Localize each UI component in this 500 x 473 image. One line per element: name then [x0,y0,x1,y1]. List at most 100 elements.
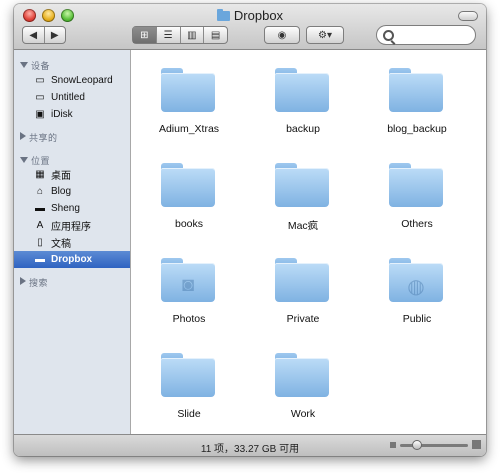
back-forward-control: ◀ ▶ [22,26,66,44]
applications-icon: A [36,220,44,231]
folder-icon [161,353,215,397]
column-view-button[interactable]: ▥ [181,27,205,43]
view-mode-control: ⊞ ☰ ▥ ▤ [132,26,228,44]
icon-size-slider[interactable] [390,440,481,450]
folder-item-others[interactable]: Others [362,155,472,241]
hard-drive-icon: ▭ [35,92,45,103]
folder-item-public[interactable]: ◍ Public [362,250,472,336]
item-label: Others [401,218,433,230]
sidebar-item-label: iDisk [51,109,73,120]
globe-icon: ◍ [407,276,425,298]
public-folder-icon: ◍ [389,258,443,302]
slider-knob[interactable] [412,440,422,450]
folder-icon [389,163,443,207]
item-label: Adium_Xtras [158,123,220,135]
coverflow-view-button[interactable]: ▤ [204,27,227,43]
folder-icon: ▬ [35,203,45,214]
sidebar-item-blog[interactable]: ⌂ Blog [14,183,130,200]
folder-item-adium-xtras[interactable]: Adium_Xtras [134,60,244,146]
sidebar-item-untitled[interactable]: ▭ Untitled [14,89,130,106]
sidebar-group-label: 共享的 [29,133,58,143]
window-title-text: Dropbox [233,8,284,23]
title-toolbar-bar: Dropbox ◀ ▶ ⊞ ☰ ▥ ▤ ◉ ⚙▾ [14,4,486,50]
sidebar-group-label: 设备 [31,61,51,71]
disclosure-triangle-icon [20,132,26,140]
hard-drive-icon: ▭ [35,75,45,86]
sidebar-item-snowleopard[interactable]: ▭ SnowLeopard [14,72,130,89]
folder-item-mac[interactable]: Mac疯 [248,155,358,241]
sidebar-item-label: 桌面 [51,171,71,182]
folder-item-books[interactable]: books [134,155,244,241]
large-icon-size-icon [472,440,481,449]
gear-icon: ⚙▾ [318,29,332,41]
folder-item-backup[interactable]: backup [248,60,358,146]
item-label: Public [402,313,432,325]
folder-icon [389,68,443,112]
sidebar-item-dropbox[interactable]: ▬ Dropbox [14,251,130,268]
action-seg: ⚙▾ [307,27,343,43]
sidebar-item-label: SnowLeopard [51,75,113,86]
quick-look-seg: ◉ [265,27,299,43]
back-button[interactable]: ◀ [23,27,45,43]
sidebar-item-label: Dropbox [51,254,93,265]
search-icon [383,30,394,41]
item-label: Private [286,313,320,325]
item-label: backup [286,123,320,135]
sidebar-item-idisk[interactable]: ▣ iDisk [14,106,130,123]
action-menu-button[interactable]: ⚙▾ [306,26,344,44]
folder-item-slide[interactable]: Slide [134,345,244,431]
sidebar: 设备 ▭ SnowLeopard ▭ Untitled ▣ iDisk 共享的 位置 … [14,50,131,434]
sidebar-group-search[interactable]: 搜索 [20,276,48,289]
icon-view-icon: ⊞ [140,29,149,41]
coverflow-view-icon: ▤ [210,29,221,41]
sidebar-group-label: 位置 [31,156,51,166]
item-label: books [174,218,204,230]
folder-item-blog-backup[interactable]: blog_backup [362,60,472,146]
item-label: blog_backup [387,123,447,135]
status-bar: 11 项，33.27 GB 可用 [14,434,486,456]
sidebar-item-label: Untitled [51,92,85,103]
icon-view-content: Adium_Xtras backup blog_backup books Mac… [131,50,486,434]
folder-icon [161,68,215,112]
column-view-icon: ▥ [187,29,197,41]
sidebar-item-label: 文稿 [51,239,71,250]
sidebar-item-label: Sheng [51,203,80,214]
folder-item-work[interactable]: Work [248,345,358,431]
forward-arrow-icon: ▶ [50,29,59,41]
sidebar-item-documents[interactable]: ▯ 文稿 [14,234,130,251]
item-label: Slide [177,408,201,420]
item-label: Work [290,408,316,420]
sidebar-item-applications[interactable]: A 应用程序 [14,217,130,234]
list-view-icon: ☰ [163,29,173,41]
search-field[interactable] [376,25,476,45]
window-title: Dropbox [14,8,486,23]
toolbar-toggle-button[interactable] [458,11,478,21]
item-label: Photos [172,313,206,325]
folder-icon [275,68,329,112]
list-view-button[interactable]: ☰ [157,27,181,43]
sidebar-group-shared[interactable]: 共享的 [20,131,58,144]
disclosure-triangle-icon [20,277,26,285]
disclosure-triangle-icon [20,157,28,163]
idisk-icon: ▣ [35,109,45,120]
sidebar-item-sheng[interactable]: ▬ Sheng [14,200,130,217]
camera-icon: ◙ [181,274,195,296]
folder-item-photos[interactable]: ◙ Photos [134,250,244,336]
sidebar-group-devices[interactable]: 设备 [20,59,50,72]
item-label: Mac疯 [287,220,319,232]
folder-icon [275,258,329,302]
folder-icon [161,163,215,207]
forward-button[interactable]: ▶ [45,27,66,43]
home-icon: ⌂ [36,186,44,197]
sidebar-item-label: 应用程序 [51,222,91,233]
small-icon-size-icon [390,442,396,448]
disclosure-triangle-icon [20,62,28,68]
dropbox-folder-icon: ▬ [35,254,45,265]
finder-window: Dropbox ◀ ▶ ⊞ ☰ ▥ ▤ ◉ ⚙▾ 设备 ▭ SnowLeopard… [14,4,486,456]
quick-look-button[interactable]: ◉ [264,26,300,44]
icon-view-button[interactable]: ⊞ [133,27,157,43]
folder-item-private[interactable]: Private [248,250,358,336]
eye-icon: ◉ [277,29,287,41]
sidebar-group-label: 搜索 [29,278,49,288]
sidebar-item-desktop[interactable]: ▦ 桌面 [14,166,130,183]
